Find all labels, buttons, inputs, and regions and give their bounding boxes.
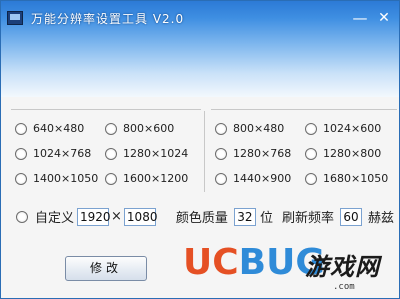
watermark-brand: UCBUG: [183, 243, 325, 283]
radio-button-icon[interactable]: [215, 147, 227, 160]
radio-button-icon[interactable]: [215, 122, 227, 135]
radio-label: 1280×1024: [123, 147, 189, 160]
radio-label: 1280×768: [233, 147, 292, 160]
radio-label: 1440×900: [233, 172, 292, 185]
radio-button-icon[interactable]: [105, 172, 117, 185]
window-title: 万能分辨率设置工具 V2.0: [31, 12, 185, 26]
radio-button-icon[interactable]: [305, 172, 317, 185]
radio-label: 1280×800: [323, 147, 382, 160]
ucbug-watermark-logo: UCBUG 游戏网 .com: [183, 243, 397, 295]
custom-height-input[interactable]: 1080: [123, 207, 157, 226]
radio-button-icon[interactable]: [15, 172, 27, 185]
radio-800x600[interactable]: 800×600: [105, 122, 174, 135]
monitor-icon: [7, 11, 23, 25]
radio-1400x1050[interactable]: 1400×1050: [15, 172, 98, 185]
radio-label: 1024×600: [323, 122, 382, 135]
radio-800x480[interactable]: 800×480: [215, 122, 284, 135]
refresh-rate-label: 刷新频率: [281, 211, 334, 226]
modify-button[interactable]: 修改: [65, 256, 147, 281]
radio-custom[interactable]: 自定义: [16, 207, 74, 226]
radio-1600x1200[interactable]: 1600×1200: [105, 172, 188, 185]
radio-label: 1680×1050: [323, 172, 389, 185]
radio-label: 1024×768: [33, 147, 92, 160]
custom-width-input[interactable]: 1920: [77, 207, 111, 226]
radio-1024x768[interactable]: 1024×768: [15, 147, 91, 160]
watermark-cn: 游戏网: [305, 253, 380, 281]
radio-1440x900[interactable]: 1440×900: [215, 172, 291, 185]
radio-label: 640×480: [33, 122, 85, 135]
title-bar[interactable]: 万能分辨率设置工具 V2.0 — ✕: [1, 1, 399, 97]
minimize-button[interactable]: —: [351, 9, 369, 27]
radio-button-icon[interactable]: [105, 122, 117, 135]
radio-button-icon[interactable]: [15, 147, 27, 160]
color-unit-label: 位: [259, 211, 273, 226]
group-divider: [204, 111, 205, 192]
close-button[interactable]: ✕: [375, 9, 393, 27]
radio-1280x800[interactable]: 1280×800: [305, 147, 381, 160]
resolution-group-right: 800×480 1024×600 1280×768 1280×800 1440×…: [211, 109, 397, 192]
resolution-group-left: 640×480 800×600 1024×768 1280×1024 1400×…: [11, 109, 201, 192]
radio-button-icon[interactable]: [215, 172, 227, 185]
radio-640x480[interactable]: 640×480: [15, 122, 84, 135]
radio-1024x600[interactable]: 1024×600: [305, 122, 381, 135]
color-quality-input[interactable]: 32: [233, 207, 256, 226]
radio-button-icon[interactable]: [305, 122, 317, 135]
radio-button-icon[interactable]: [16, 210, 28, 223]
radio-label: 800×600: [123, 122, 175, 135]
radio-1680x1050[interactable]: 1680×1050: [305, 172, 388, 185]
radio-label: 1400×1050: [33, 172, 99, 185]
main-panel: 640×480 800×600 1024×768 1280×1024 1400×…: [1, 97, 399, 298]
watermark-url: .com: [333, 282, 355, 292]
app-window: 万能分辨率设置工具 V2.0 — ✕ 640×480 800×600 1024×…: [0, 0, 400, 299]
radio-button-icon[interactable]: [305, 147, 317, 160]
radio-label: 1600×1200: [123, 172, 189, 185]
refresh-unit-label: 赫兹: [367, 211, 394, 226]
radio-label: 800×480: [233, 122, 285, 135]
radio-1280x768[interactable]: 1280×768: [215, 147, 291, 160]
radio-button-icon[interactable]: [105, 147, 117, 160]
refresh-rate-input[interactable]: 60: [339, 207, 362, 226]
multiply-sign: ×: [111, 209, 122, 224]
custom-label: 自定义: [35, 211, 75, 226]
radio-1280x1024[interactable]: 1280×1024: [105, 147, 188, 160]
watermark-uc: UC: [183, 242, 239, 283]
radio-button-icon[interactable]: [15, 122, 27, 135]
color-quality-label: 颜色质量: [175, 211, 228, 226]
custom-settings-row: 自定义 1920 × 1080 颜色质量 32 位 刷新频率 60 赫兹: [16, 207, 394, 226]
